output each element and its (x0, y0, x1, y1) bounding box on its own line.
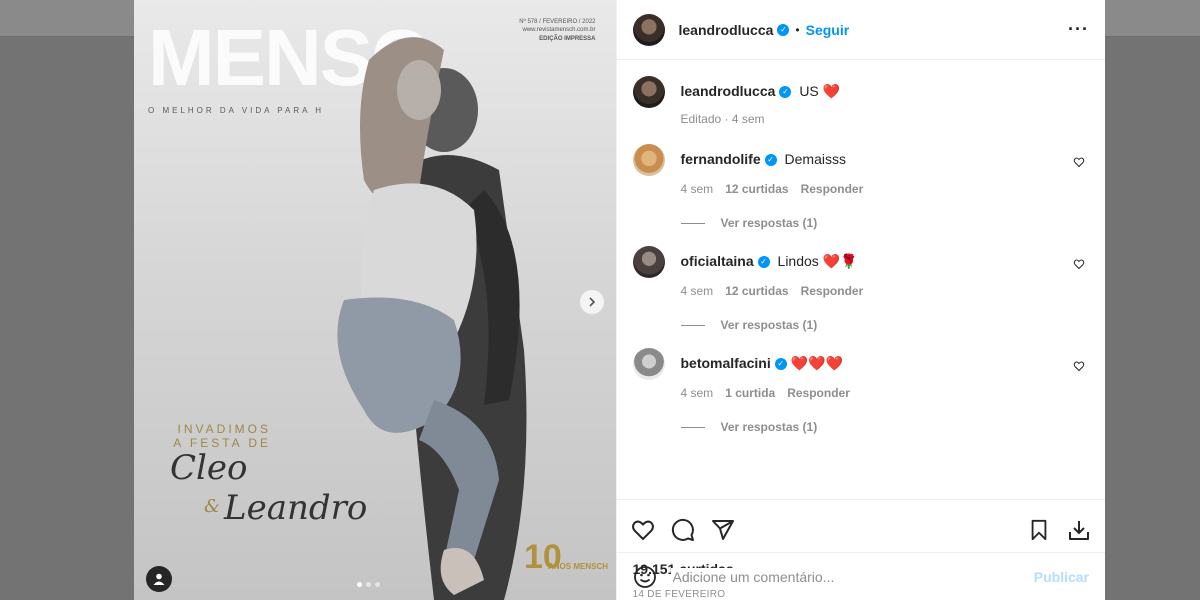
comment-text: betomalfacini ✓ ❤️❤️❤️ (681, 354, 1090, 372)
more-options-icon[interactable]: ··· (1068, 19, 1089, 40)
heart-icon[interactable] (1073, 258, 1085, 270)
publish-button[interactable]: Publicar (1034, 569, 1089, 585)
view-replies-button[interactable]: Ver respostas (1) (680, 420, 1090, 434)
replies-line (680, 324, 705, 326)
comment-emoji: ❤️🌹 (822, 253, 858, 269)
caption-avatar[interactable] (632, 76, 665, 108)
comment-likes[interactable]: 1 curtida (725, 386, 775, 400)
reply-button[interactable]: Responder (801, 284, 864, 298)
comment-likes[interactable]: 12 curtidas (725, 182, 788, 196)
comment-body: oficialtaina ✓ Lindos ❤️🌹 4 sem 12 curtid… (681, 246, 1090, 298)
carousel-dot (357, 582, 362, 587)
comment-icon (671, 518, 694, 541)
anniversary-seal: 10 ANOS MENSCH (524, 540, 608, 574)
next-slide-button[interactable] (580, 290, 604, 314)
comment-item: oficialtaina ✓ Lindos ❤️🌹 4 sem 12 curtid… (632, 246, 1090, 298)
cover-headline: INVADIMOS A FESTA DE (166, 422, 271, 451)
post-side-panel: leandrodlucca ✓ • Seguir ··· leandrodluc… (615, 0, 1106, 600)
magazine-tagline: O MELHOR DA VIDA PARA H (148, 106, 324, 115)
comment-avatar[interactable] (632, 348, 665, 380)
caption-body: leandrodlucca ✓ US ❤️ Editado · 4 sem (681, 76, 1090, 126)
comment-avatar[interactable] (632, 246, 665, 278)
comment-author[interactable]: fernandolife (681, 151, 761, 167)
verified-icon: ✓ (774, 358, 787, 371)
caption-author[interactable]: leandrodlucca (681, 83, 776, 99)
comment-emoji: ❤️❤️❤️ (790, 355, 843, 371)
cover-ampersand: & (204, 496, 221, 517)
author-avatar[interactable] (632, 13, 665, 46)
caption-message: US (799, 83, 819, 99)
comments-list[interactable]: leandrodlucca ✓ US ❤️ Editado · 4 sem fer… (617, 60, 1106, 499)
cover-name-2: Leandro (224, 488, 368, 528)
carousel-dot (366, 582, 371, 587)
replies-line (680, 426, 705, 428)
comment-item: fernandolife ✓ Demaisss 4 sem 12 curtidas… (632, 144, 1090, 196)
comment-avatar[interactable] (632, 144, 665, 176)
caption-emoji: ❤️ (822, 83, 841, 99)
view-replies-button[interactable]: Ver respostas (1) (680, 318, 1090, 332)
caption-text: leandrodlucca ✓ US ❤️ (681, 82, 1090, 100)
follow-button[interactable]: Seguir (806, 22, 850, 38)
replies-line (680, 222, 705, 224)
carousel-indicator (357, 582, 380, 587)
comment-time[interactable]: 4 sem (681, 386, 714, 400)
comment-body: betomalfacini ✓ ❤️❤️❤️ 4 sem 1 curtida Re… (681, 348, 1090, 400)
chevron-right-icon (589, 297, 596, 307)
comment-button[interactable] (669, 516, 697, 544)
heart-icon[interactable] (1073, 156, 1085, 168)
share-icon (711, 519, 734, 540)
comment-time[interactable]: 4 sem (681, 284, 714, 298)
verified-icon: ✓ (757, 256, 770, 269)
post-header: leandrodlucca ✓ • Seguir ··· (616, 0, 1105, 60)
share-button[interactable] (709, 516, 737, 544)
download-icon (1069, 520, 1089, 540)
comment-likes[interactable]: 12 curtidas (725, 284, 788, 298)
reply-button[interactable]: Responder (787, 386, 850, 400)
post-modal: MENSC O MELHOR DA VIDA PARA H Nº 578 / F… (134, 0, 1105, 600)
comment-time[interactable]: 4 sem (681, 182, 714, 196)
comment-item: betomalfacini ✓ ❤️❤️❤️ 4 sem 1 curtida Re… (632, 348, 1090, 400)
heart-icon[interactable] (1073, 360, 1085, 372)
comment-text: fernandolife ✓ Demaisss (681, 150, 1090, 168)
comment-author[interactable]: oficialtaina (681, 253, 754, 269)
comment-author[interactable]: betomalfacini (681, 355, 771, 371)
caption-meta: Editado · 4 sem (680, 112, 765, 126)
header-separator: • (795, 22, 800, 37)
view-replies-label: Ver respostas (1) (720, 216, 818, 230)
view-replies-label: Ver respostas (1) (720, 318, 818, 332)
comment-input[interactable] (670, 567, 1034, 586)
bookmark-icon (1031, 519, 1047, 540)
comment-message: Lindos (777, 253, 819, 269)
add-comment-bar: Publicar (616, 552, 1105, 600)
tagged-users-button[interactable] (146, 566, 172, 592)
heart-icon (631, 520, 654, 540)
cover-name-1: Cleo (170, 448, 248, 488)
author-username[interactable]: leandrodlucca (679, 22, 774, 38)
caption: leandrodlucca ✓ US ❤️ Editado · 4 sem (632, 76, 1090, 126)
cover-headline-line-1: INVADIMOS (177, 422, 271, 436)
verified-icon: ✓ (777, 23, 790, 36)
view-replies-label: Ver respostas (1) (720, 420, 818, 434)
comment-meta: 4 sem 1 curtida Responder (681, 386, 1090, 400)
post-media[interactable]: MENSC O MELHOR DA VIDA PARA H Nº 578 / F… (134, 0, 616, 600)
user-tag-icon (153, 573, 165, 585)
comment-message: Demaisss (784, 151, 846, 167)
verified-icon: ✓ (779, 86, 792, 99)
comment-meta: 4 sem 12 curtidas Responder (681, 284, 1090, 298)
anniversary-label: ANOS MENSCH (548, 562, 609, 571)
comment-body: fernandolife ✓ Demaisss 4 sem 12 curtidas… (681, 144, 1090, 196)
comment-meta: 4 sem 12 curtidas Responder (681, 182, 1090, 196)
save-button[interactable] (1025, 516, 1053, 544)
emoji-icon[interactable] (633, 565, 657, 589)
carousel-dot (375, 582, 380, 587)
like-button[interactable] (629, 516, 657, 544)
verified-icon: ✓ (764, 154, 777, 167)
reply-button[interactable]: Responder (801, 182, 864, 196)
post-actions (616, 499, 1105, 559)
view-replies-button[interactable]: Ver respostas (1) (680, 216, 1090, 230)
comment-text: oficialtaina ✓ Lindos ❤️🌹 (681, 252, 1090, 270)
download-button[interactable] (1065, 516, 1093, 544)
